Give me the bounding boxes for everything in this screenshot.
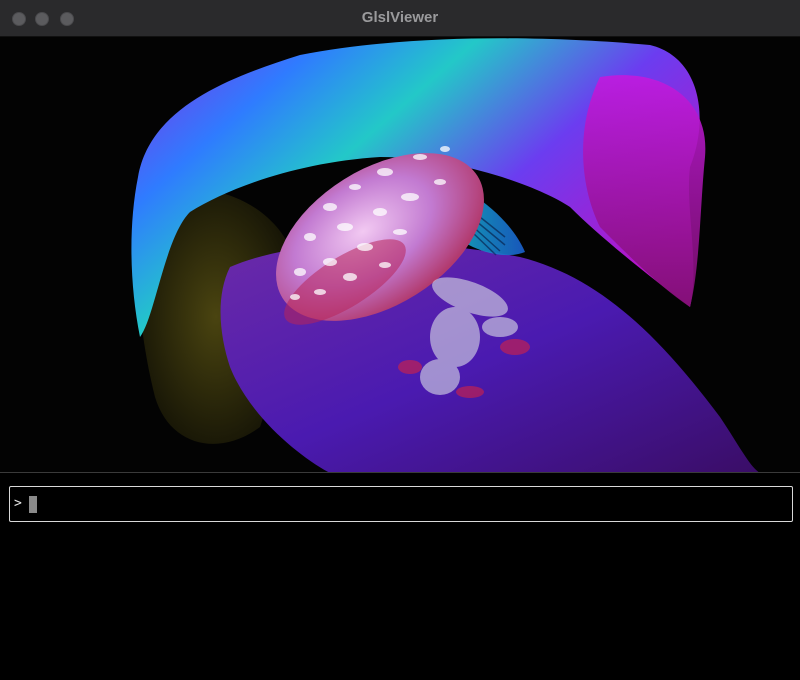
block-cursor: [29, 496, 37, 513]
command-input[interactable]: [28, 493, 768, 515]
console-panel: >: [0, 474, 800, 680]
command-prompt-box[interactable]: >: [9, 486, 793, 522]
window-title: GlslViewer: [361, 9, 439, 26]
title-bar[interactable]: GlslViewer: [0, 0, 800, 37]
prompt-symbol: >: [14, 496, 22, 511]
shader-render-image: [0, 37, 800, 472]
glslviewer-window: GlslViewer >: [0, 0, 800, 680]
shader-viewport[interactable]: [0, 37, 800, 473]
